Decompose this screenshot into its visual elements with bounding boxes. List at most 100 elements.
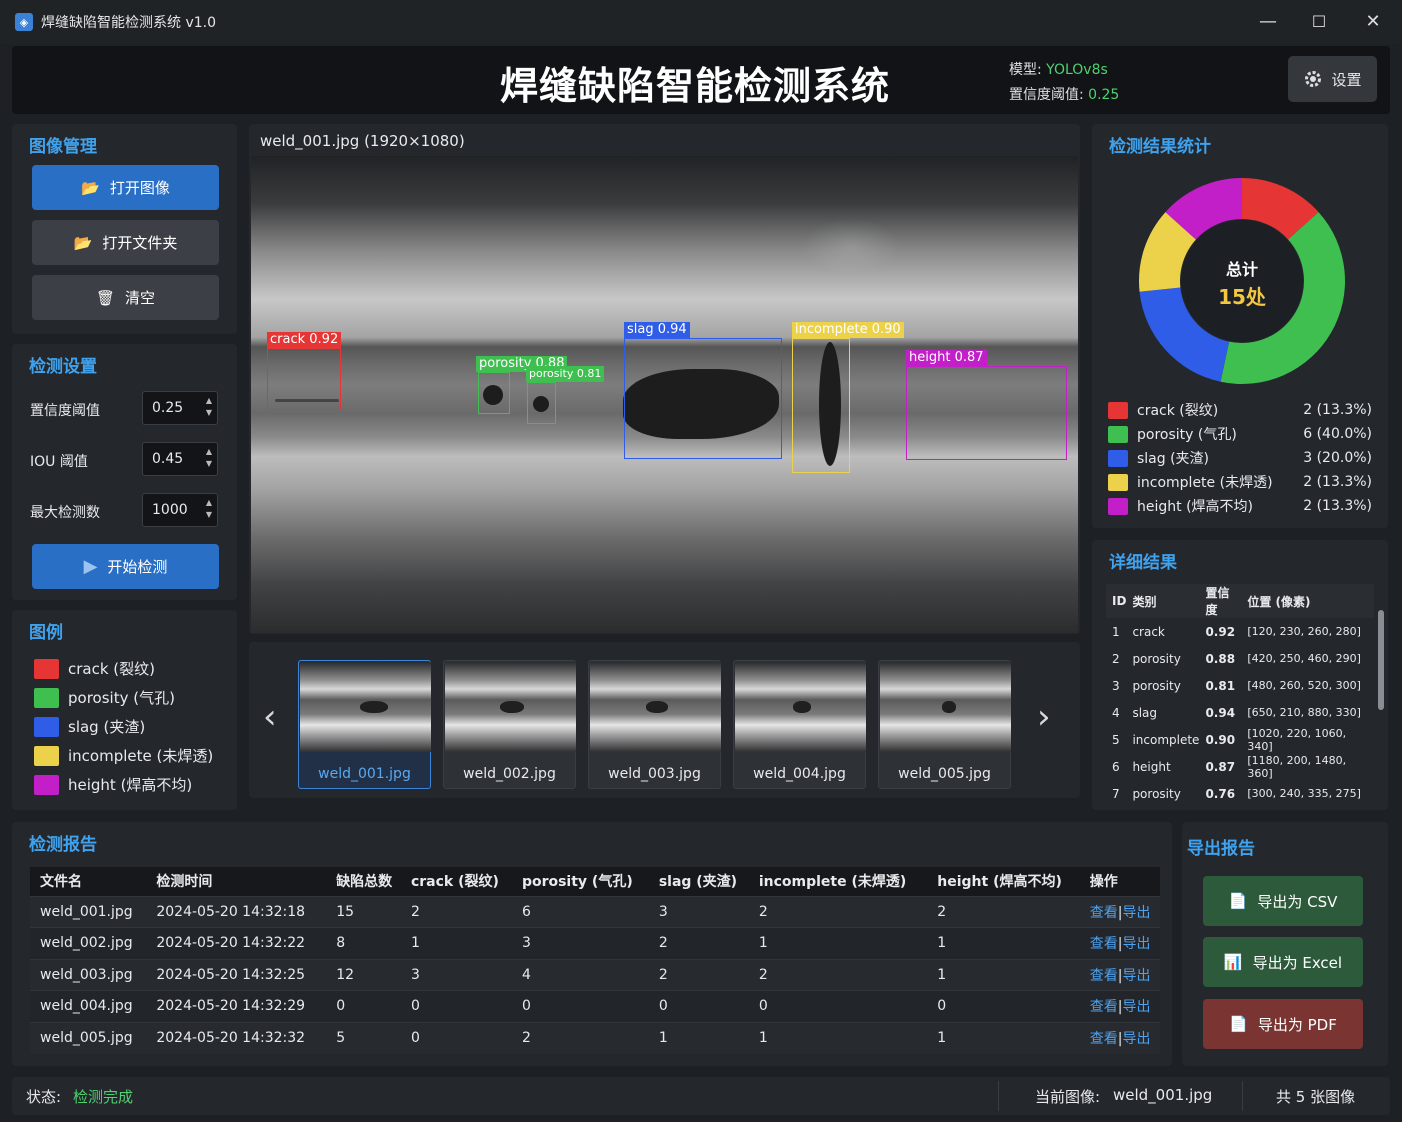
actions-cell: 查看|导出 bbox=[1079, 958, 1160, 991]
table-cell: 5 bbox=[326, 1021, 401, 1054]
legend-label: crack (裂纹) bbox=[68, 660, 156, 678]
spin-arrows-icon[interactable]: ▲ ▼ bbox=[206, 395, 212, 419]
image-viewer: weld_001.jpg (1920×1080) crack 0.92 poro… bbox=[249, 124, 1080, 634]
table-row[interactable]: weld_002.jpg 2024-05-20 14:32:22 8 1 3 2 1 1 查看|… bbox=[30, 927, 1160, 959]
detection-box-incomplete[interactable] bbox=[792, 338, 850, 473]
view-link[interactable]: 查看 bbox=[1090, 936, 1118, 952]
thumbnail-image bbox=[300, 662, 431, 752]
thumbnail-name: weld_003.jpg bbox=[608, 766, 701, 782]
table-row[interactable]: 1 crack 0.92 [120, 230, 260, 280] bbox=[1106, 618, 1374, 645]
column-header[interactable]: height (焊高不均) bbox=[927, 867, 1080, 896]
export-link[interactable]: 导出 bbox=[1123, 999, 1151, 1015]
open-folder-button[interactable]: 📂 打开文件夹 bbox=[32, 220, 219, 265]
detection-box-crack[interactable] bbox=[267, 348, 341, 410]
window-title: 焊缝缺陷智能检测系统 v1.0 bbox=[41, 15, 216, 31]
table-cell: 0.90 bbox=[1205, 732, 1236, 747]
minimize-button[interactable]: — bbox=[1254, 9, 1282, 35]
play-icon: ▶ bbox=[83, 556, 98, 577]
divider bbox=[1242, 1081, 1243, 1111]
column-header[interactable]: slag (夹渣) bbox=[648, 867, 749, 896]
table-row[interactable]: 7 porosity 0.76 [300, 240, 335, 275] bbox=[1106, 780, 1374, 807]
view-link[interactable]: 查看 bbox=[1090, 1031, 1118, 1047]
thumbnail-item[interactable]: weld_003.jpg bbox=[588, 660, 721, 789]
thumbnail-item[interactable]: weld_001.jpg bbox=[298, 660, 431, 789]
table-row[interactable]: 6 height 0.87 [1180, 200, 1480, 360] bbox=[1106, 753, 1374, 780]
stat-row: porosity (气孔) 6 (40.0%) bbox=[1108, 424, 1372, 444]
detection-label: height 0.87 bbox=[906, 350, 987, 366]
thumbnail-image bbox=[880, 662, 1011, 752]
column-header[interactable]: 位置 (像素) bbox=[1241, 584, 1374, 618]
table-cell: 1 bbox=[648, 1021, 749, 1054]
thumbnail-item[interactable]: weld_005.jpg bbox=[878, 660, 1011, 789]
table-cell: 2024-05-20 14:32:32 bbox=[146, 1021, 327, 1054]
detection-box-height[interactable] bbox=[906, 366, 1067, 460]
view-link[interactable]: 查看 bbox=[1090, 905, 1118, 921]
legend-label: slag (夹渣) bbox=[68, 718, 146, 736]
column-header[interactable]: 检测时间 bbox=[146, 867, 327, 896]
column-header[interactable]: porosity (气孔) bbox=[511, 867, 649, 896]
table-row[interactable]: 5 incomplete 0.90 [1020, 220, 1060, 340] bbox=[1106, 726, 1374, 753]
table-cell: 1 bbox=[748, 1021, 928, 1054]
column-header[interactable]: crack (裂纹) bbox=[400, 867, 512, 896]
table-row[interactable]: weld_001.jpg 2024-05-20 14:32:18 15 2 6 3 2 2 查看… bbox=[30, 895, 1160, 928]
column-header[interactable]: 类别 bbox=[1126, 584, 1200, 618]
column-header[interactable]: ID bbox=[1106, 584, 1127, 618]
table-row[interactable]: weld_004.jpg 2024-05-20 14:32:29 0 0 0 0 0 0 查看|… bbox=[30, 990, 1160, 1022]
thumbnail-item[interactable]: weld_002.jpg bbox=[443, 660, 576, 789]
start-detection-button[interactable]: ▶ 开始检测 bbox=[32, 544, 219, 589]
detection-box-porosity[interactable] bbox=[478, 372, 510, 414]
export-excel-button[interactable]: 📊 导出为 Excel bbox=[1203, 937, 1363, 987]
thumbnail-item[interactable]: weld_004.jpg bbox=[733, 660, 866, 789]
export-panel: 导出报告 📄 导出为 CSV 📊 导出为 Excel 📄 导出为 PDF bbox=[1182, 822, 1388, 1066]
detection-box-porosity[interactable] bbox=[527, 382, 556, 424]
conf-threshold-spinbox[interactable]: 0.25 ▲ ▼ bbox=[142, 391, 218, 425]
open-image-button[interactable]: 📂 打开图像 bbox=[32, 165, 219, 210]
column-header[interactable]: 文件名 bbox=[30, 867, 147, 896]
close-button[interactable]: ✕ bbox=[1359, 9, 1387, 35]
table-row[interactable]: weld_003.jpg 2024-05-20 14:32:25 12 3 4 2 2 1 查看… bbox=[30, 958, 1160, 991]
legend-panel: 图例 crack (裂纹) porosity (气孔) slag (夹渣) in… bbox=[12, 610, 237, 810]
max-detections-spinbox[interactable]: 1000 ▲ ▼ bbox=[142, 493, 218, 527]
table-row[interactable]: 3 porosity 0.81 [480, 260, 520, 300] bbox=[1106, 672, 1374, 699]
table-cell: [1020, 220, 1060, 340] bbox=[1247, 726, 1347, 753]
export-link[interactable]: 导出 bbox=[1123, 936, 1151, 952]
export-csv-button[interactable]: 📄 导出为 CSV bbox=[1203, 876, 1363, 926]
export-link[interactable]: 导出 bbox=[1123, 905, 1151, 921]
detail-results-panel: 详细结果 ID 类别 置信度 位置 (像素) 1 crack 0.92 [120, 2… bbox=[1092, 540, 1388, 810]
scrollbar-thumb[interactable] bbox=[1378, 610, 1384, 710]
column-header[interactable]: 置信度 bbox=[1199, 584, 1242, 618]
table-cell: 2 bbox=[648, 927, 749, 959]
table-row[interactable]: weld_005.jpg 2024-05-20 14:32:32 5 0 2 1 1 1 查看|… bbox=[30, 1021, 1160, 1054]
actions-cell: 查看|导出 bbox=[1079, 927, 1160, 959]
column-header[interactable]: 操作 bbox=[1079, 867, 1160, 896]
export-pdf-button[interactable]: 📄 导出为 PDF bbox=[1203, 999, 1363, 1049]
panel-title: 详细结果 bbox=[1109, 553, 1177, 573]
spin-arrows-icon[interactable]: ▲ ▼ bbox=[206, 446, 212, 470]
column-header[interactable]: 缺陷总数 bbox=[326, 867, 401, 896]
table-cell: 8 bbox=[326, 927, 401, 959]
clear-button[interactable]: 🗑 清空 bbox=[32, 275, 219, 320]
panel-title: 导出报告 bbox=[1187, 839, 1255, 859]
view-link[interactable]: 查看 bbox=[1090, 968, 1118, 984]
open-folder-label: 打开文件夹 bbox=[102, 234, 178, 252]
next-arrow-icon[interactable]: › bbox=[1037, 697, 1051, 737]
table-cell: 7 bbox=[1112, 786, 1120, 801]
table-cell: 12 bbox=[326, 958, 401, 991]
column-header[interactable]: incomplete (未焊透) bbox=[748, 867, 928, 896]
settings-button[interactable]: 设置 bbox=[1288, 56, 1377, 102]
export-link[interactable]: 导出 bbox=[1123, 1031, 1151, 1047]
legend-swatch bbox=[34, 658, 59, 679]
actions-cell: 查看|导出 bbox=[1079, 895, 1160, 928]
export-link[interactable]: 导出 bbox=[1123, 968, 1151, 984]
legend-swatch bbox=[34, 716, 59, 737]
view-link[interactable]: 查看 bbox=[1090, 999, 1118, 1015]
maximize-button[interactable]: ☐ bbox=[1305, 9, 1333, 35]
table-row[interactable]: 2 porosity 0.88 [420, 250, 460, 290] bbox=[1106, 645, 1374, 672]
detection-box-slag[interactable] bbox=[624, 338, 782, 459]
legend-label: height (焊高不均) bbox=[68, 776, 193, 794]
prev-arrow-icon[interactable]: ‹ bbox=[263, 697, 277, 737]
table-row[interactable]: 4 slag 0.94 [650, 210, 880, 330] bbox=[1106, 699, 1374, 726]
weld-xray-image[interactable]: crack 0.92 porosity 0.88 porosity 0.81 s… bbox=[251, 156, 1078, 633]
spin-arrows-icon[interactable]: ▲ ▼ bbox=[206, 497, 212, 521]
iou-threshold-spinbox[interactable]: 0.45 ▲ ▼ bbox=[142, 442, 218, 476]
